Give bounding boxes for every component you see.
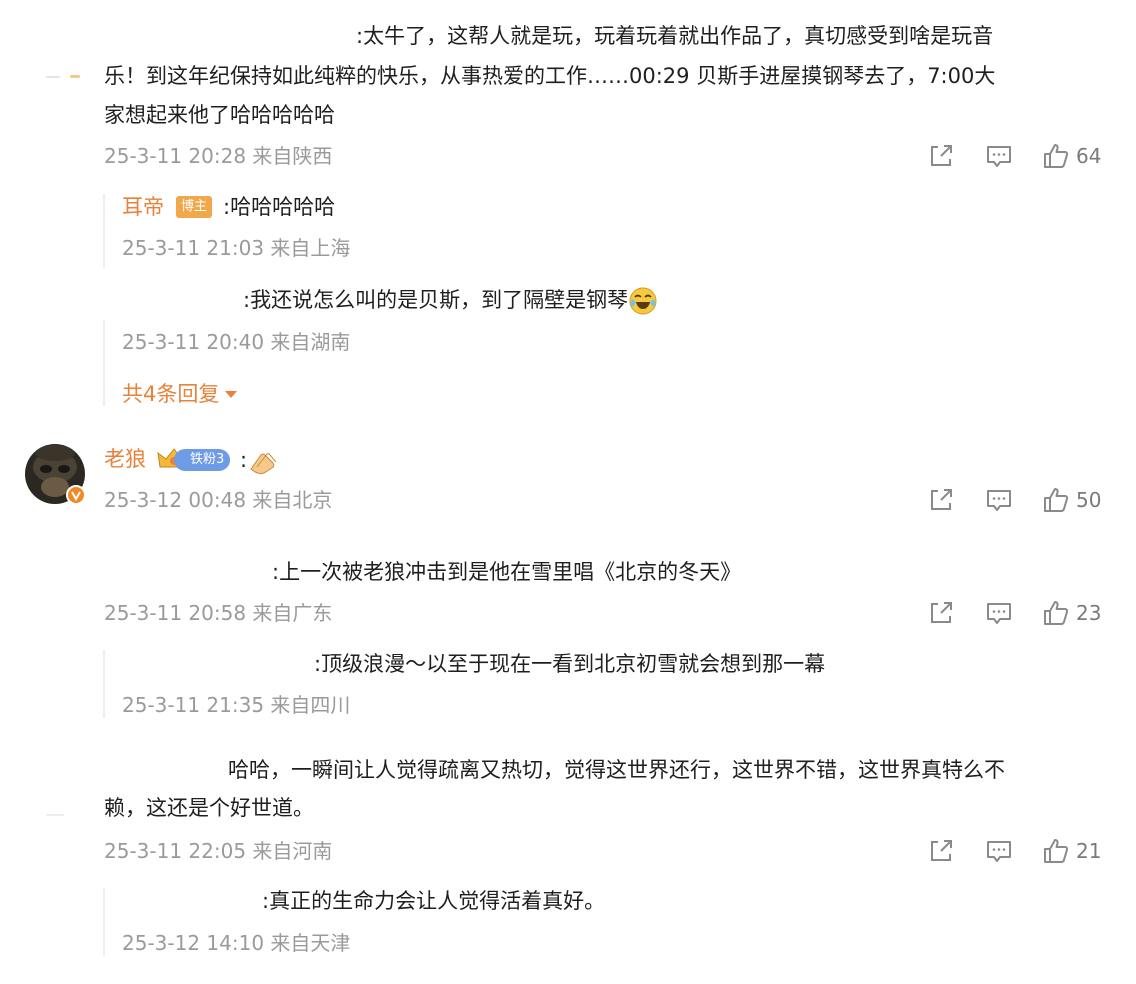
reply-meta: 25-3-11 21:03 来自上海 — [122, 236, 351, 260]
reply-divider — [103, 888, 105, 956]
more-replies-link[interactable]: 共4条回复 — [122, 379, 239, 409]
share-button[interactable] — [926, 141, 956, 171]
comment-actions: 23 — [926, 598, 1108, 628]
reply-divider — [103, 320, 105, 406]
reply-text: :我还说怎么叫的是贝斯，到了隔壁是钢琴 — [243, 281, 658, 320]
comment-text: 家想起来他了哈哈哈哈哈 — [104, 103, 335, 127]
like-icon — [1044, 144, 1069, 168]
more-replies-label: 共4条回复 — [122, 382, 220, 406]
avatar-placeholder — [44, 813, 66, 817]
comment-button[interactable] — [984, 485, 1014, 515]
avatar[interactable] — [24, 443, 86, 505]
clap-emoji — [250, 453, 277, 474]
comment-text: :上一次被老狼冲击到是他在雪里唱《北京的冬天》 — [272, 560, 742, 584]
comment-icon — [987, 841, 1011, 862]
reply-text: :真正的生命力会让人觉得活着真好。 — [262, 889, 606, 913]
comment-icon — [987, 490, 1011, 511]
comment-icon — [987, 146, 1011, 167]
verified-icon — [66, 485, 86, 505]
like-button[interactable]: 23 — [1042, 598, 1101, 628]
like-button[interactable]: 64 — [1042, 141, 1101, 171]
reply-meta: 25-3-11 21:35 来自四川 — [122, 693, 351, 717]
share-icon — [931, 489, 952, 510]
share-button[interactable] — [926, 598, 956, 628]
fan-badge: 铁粉3 — [174, 449, 231, 471]
comment-button[interactable] — [984, 598, 1014, 628]
comment-text: : — [240, 441, 279, 480]
comment-text-content: : — [240, 448, 248, 472]
author-badge: 博主 — [176, 196, 213, 218]
comment-author[interactable]: 老狼 — [104, 444, 146, 474]
avatar-placeholder — [44, 70, 84, 82]
like-button[interactable]: 50 — [1042, 485, 1101, 515]
comment-meta: 25-3-12 00:48 来自北京 — [104, 488, 333, 512]
reply-author[interactable]: 耳帝 — [122, 192, 164, 222]
like-count: 64 — [1076, 144, 1102, 168]
comment-icon — [987, 603, 1011, 624]
comment-actions: 64 — [926, 141, 1108, 171]
comment-actions: 50 — [926, 485, 1108, 515]
comment-text: 乐！到这年纪保持如此纯粹的快乐，从事热爱的工作……00:29 贝斯手进屋摸钢琴去… — [104, 64, 996, 88]
like-count: 50 — [1076, 488, 1102, 512]
reply-divider — [103, 650, 105, 718]
share-button[interactable] — [926, 836, 956, 866]
chevron-down-icon — [225, 391, 238, 398]
comment-text: :太牛了，这帮人就是玩，玩着玩着就出作品了，真切感受到啥是玩音 — [356, 24, 994, 48]
comment-button[interactable] — [984, 141, 1014, 171]
share-icon — [931, 145, 952, 166]
comment-text: 赖，这还是个好世道。 — [104, 796, 314, 820]
reply-meta: 25-3-11 20:40 来自湖南 — [122, 330, 351, 354]
comment-text: 哈哈，一瞬间让人觉得疏离又热切，觉得这世界还行，这世界不错，这世界真特么不 — [228, 758, 1005, 782]
reply-text: :哈哈哈哈哈 — [223, 195, 336, 219]
like-count: 23 — [1076, 601, 1102, 625]
like-icon — [1044, 488, 1069, 512]
reply-meta: 25-3-12 14:10 来自天津 — [122, 931, 351, 955]
like-icon — [1044, 839, 1069, 863]
comment-meta: 25-3-11 22:05 来自河南 — [104, 839, 333, 863]
reply-divider — [103, 194, 105, 268]
laugh-cry-emoji — [629, 287, 657, 315]
reply-text: :顶级浪漫～以至于现在一看到北京初雪就会想到那一幕 — [314, 652, 826, 676]
share-icon — [931, 602, 952, 623]
share-button[interactable] — [926, 485, 956, 515]
like-button[interactable]: 21 — [1042, 836, 1101, 866]
comment-meta: 25-3-11 20:28 来自陕西 — [104, 144, 333, 168]
share-icon — [931, 840, 952, 861]
comment-meta: 25-3-11 20:58 来自广东 — [104, 601, 333, 625]
comment-actions: 21 — [926, 836, 1108, 866]
comment-button[interactable] — [984, 836, 1014, 866]
like-count: 21 — [1076, 839, 1102, 863]
reply-text-content: :我还说怎么叫的是贝斯，到了隔壁是钢琴 — [243, 288, 629, 312]
like-icon — [1044, 601, 1069, 625]
